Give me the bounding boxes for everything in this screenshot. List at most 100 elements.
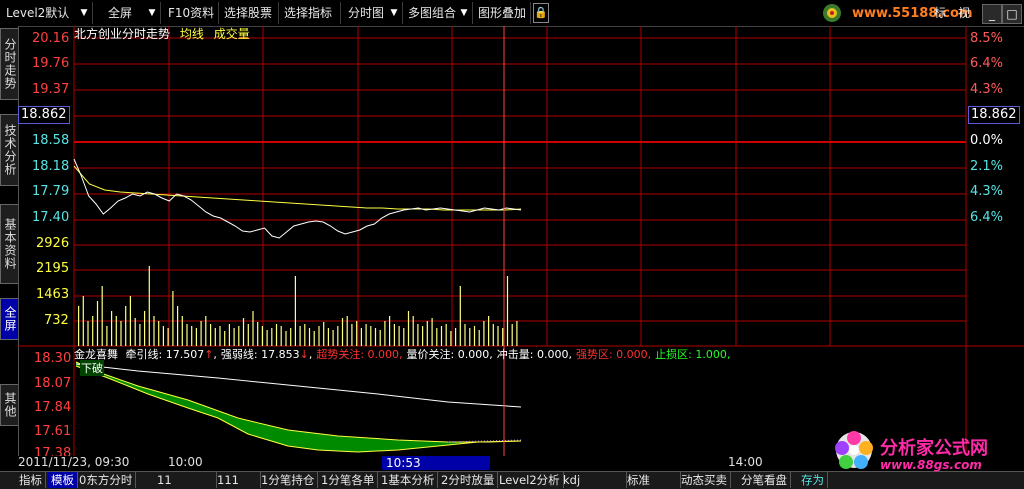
volume-bar bbox=[379, 330, 381, 346]
percent-tick: 6.4% bbox=[970, 56, 1004, 71]
volume-bar bbox=[106, 326, 108, 346]
tab-other[interactable]: 其他 bbox=[0, 384, 18, 426]
layout-select[interactable]: Level2默认 bbox=[6, 3, 69, 23]
indicator-item-label: 强弱线 bbox=[220, 348, 254, 361]
chevron-down-icon[interactable]: ▼ bbox=[458, 3, 470, 23]
indicator-item: 强弱线: 17.853↓, bbox=[220, 348, 313, 361]
volume-bar bbox=[186, 324, 188, 346]
tab-save-as[interactable]: 存为 bbox=[798, 472, 828, 488]
volume-bar bbox=[450, 331, 452, 346]
volume-bar bbox=[304, 324, 306, 346]
chevron-down-icon[interactable]: ▼ bbox=[388, 3, 400, 23]
tab-indicator[interactable]: 指标 bbox=[16, 472, 46, 488]
volume-bar bbox=[271, 328, 273, 346]
site-logo-text: www.55188.com bbox=[852, 6, 973, 21]
volume-bar bbox=[459, 286, 461, 346]
fullscreen-button[interactable]: 全屏 bbox=[108, 3, 132, 23]
volume-bar bbox=[205, 316, 207, 346]
indicator-tick: 17.84 bbox=[34, 400, 72, 415]
tab-formula[interactable]: 1分笔各单 bbox=[318, 472, 379, 488]
tab-template[interactable]: 模板 bbox=[48, 472, 78, 488]
traction-line bbox=[75, 363, 522, 408]
volume-bar bbox=[497, 326, 499, 346]
indicator-item: 牵引线: 17.507↑, bbox=[125, 348, 217, 361]
volume-bar bbox=[210, 324, 212, 346]
volume-bar bbox=[228, 324, 230, 346]
volume-bar bbox=[87, 321, 89, 346]
watermark-url: www.88gs.com bbox=[880, 458, 982, 472]
volume-bar bbox=[200, 321, 202, 346]
time-start-label: 2011/11/23, 09:30 bbox=[18, 455, 130, 469]
volume-bar bbox=[516, 321, 518, 346]
percent-tick: 8.5% bbox=[970, 31, 1004, 46]
tab-formula[interactable]: 2分时放量 bbox=[438, 472, 499, 488]
volume-bar bbox=[162, 326, 164, 346]
indicator-item-label: 超势关注 bbox=[316, 348, 361, 361]
tab-formula[interactable]: 动态买卖 bbox=[678, 472, 731, 488]
select-stock-button[interactable]: 选择股票 bbox=[224, 3, 272, 23]
volume-bar bbox=[252, 311, 254, 346]
maximize-icon[interactable]: □ bbox=[1002, 4, 1022, 24]
bottom-tab-bar: 指标 模板 0东方分时 11 111 1分笔持仓 1分笔各单 1基本分析 2分时… bbox=[0, 471, 1024, 489]
volume-bar bbox=[356, 321, 358, 346]
indicator-item: 超势关注: 0.000, bbox=[316, 348, 403, 361]
chevron-down-icon[interactable]: ▼ bbox=[78, 3, 90, 23]
price-tick: 18.58 bbox=[32, 133, 70, 148]
tab-fundamentals[interactable]: 基本资料 bbox=[0, 204, 18, 284]
tab-timeshare[interactable]: 分时走势 bbox=[0, 28, 18, 100]
volume-bar bbox=[129, 296, 131, 346]
tab-formula[interactable]: 0东方分时 bbox=[76, 472, 137, 488]
indicator-item-label: 量价关注 bbox=[406, 348, 451, 361]
volume-bar bbox=[440, 326, 443, 346]
indicator-item-label: 止损区 bbox=[655, 348, 689, 361]
volume-bar bbox=[318, 326, 320, 346]
volume-bar bbox=[393, 324, 395, 346]
tab-fullscreen[interactable]: 全屏 bbox=[0, 298, 18, 340]
indicator-tick: 17.61 bbox=[34, 424, 72, 439]
volume-bar bbox=[247, 324, 249, 346]
volume-bar bbox=[360, 328, 362, 346]
indicator-item: 冲击量: 0.000, bbox=[496, 348, 572, 361]
tab-formula[interactable]: 1分笔持仓 bbox=[258, 472, 319, 488]
toolbar-mark-button[interactable]: 标 bbox=[934, 3, 946, 23]
volume-bar bbox=[139, 324, 141, 346]
select-indicator-button[interactable]: 选择指标 bbox=[284, 3, 332, 23]
timeshare-chart-button[interactable]: 分时图 bbox=[348, 3, 384, 23]
f10-info-button[interactable]: F10资料 bbox=[168, 3, 214, 23]
volume-bar bbox=[285, 331, 287, 346]
volume-bar bbox=[455, 328, 457, 346]
volume-bar bbox=[181, 316, 183, 346]
volume-bar bbox=[144, 311, 146, 346]
tab-formula[interactable]: 11 bbox=[154, 472, 217, 488]
tab-formula[interactable]: Level2分析 bbox=[496, 472, 564, 488]
volume-bar bbox=[280, 326, 282, 346]
volume-bar bbox=[134, 318, 136, 346]
tab-formula[interactable]: kdj bbox=[560, 472, 627, 488]
tab-technical[interactable]: 技术分析 bbox=[0, 114, 18, 186]
volume-bar bbox=[464, 324, 466, 346]
chevron-down-icon[interactable]: ▼ bbox=[146, 3, 158, 23]
tab-formula[interactable]: 标准 bbox=[624, 472, 681, 488]
multi-chart-button[interactable]: 多图组合 bbox=[408, 3, 456, 23]
left-tab-bar: 分时走势 技术分析 基本资料 全屏 其他 bbox=[0, 26, 19, 456]
lock-icon[interactable]: 🔒 bbox=[533, 3, 549, 23]
indicator-item-value: 17.507 bbox=[165, 348, 205, 361]
tab-formula[interactable]: 分笔看盘 bbox=[738, 472, 791, 488]
toolbar-view-button[interactable]: 视 bbox=[958, 3, 970, 23]
minimize-icon[interactable]: _ bbox=[982, 4, 1002, 24]
tab-formula[interactable]: 1基本分析 bbox=[378, 472, 439, 488]
intraday-chart[interactable]: × bbox=[18, 26, 1024, 456]
volume-bar bbox=[384, 321, 386, 346]
volume-bar bbox=[483, 321, 485, 346]
time-tick-1400: 14:00 bbox=[728, 455, 763, 469]
volume-bar bbox=[177, 306, 179, 346]
volume-bar bbox=[374, 328, 377, 346]
percent-tick: 4.3% bbox=[970, 82, 1004, 97]
volume-bar bbox=[242, 318, 245, 346]
indicator-item: 量价关注: 0.000, bbox=[406, 348, 493, 361]
tab-formula[interactable]: 111 bbox=[214, 472, 261, 488]
overlay-button[interactable]: 图形叠加 bbox=[478, 3, 526, 23]
volume-bar bbox=[327, 328, 329, 346]
volume-bar bbox=[346, 316, 348, 346]
volume-bar bbox=[511, 324, 513, 346]
